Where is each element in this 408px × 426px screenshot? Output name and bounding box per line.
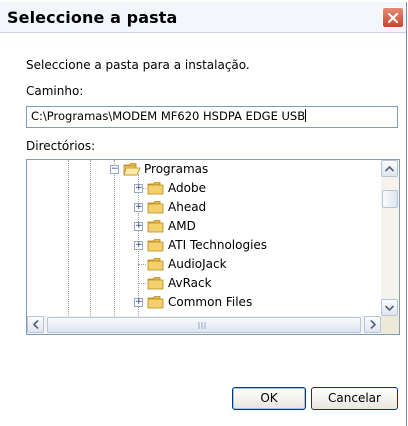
collapse-icon[interactable]: −: [110, 165, 119, 174]
grip-icon: [198, 322, 206, 329]
folder-open-icon: [123, 163, 141, 176]
folder-icon: [147, 220, 164, 233]
tree-node[interactable]: AudioJack: [134, 255, 334, 274]
tree-node-label: AMD: [168, 219, 196, 233]
close-button[interactable]: [382, 7, 404, 28]
expand-icon[interactable]: +: [134, 203, 143, 212]
tree-guide: [138, 264, 146, 265]
tree-node-label: AvRack: [168, 276, 212, 290]
tree-node-label: ATI Technologies: [168, 238, 268, 252]
scroll-corner: [381, 316, 399, 334]
directory-tree[interactable]: − Programas + Adobe + Ahead + AMD + ATI …: [26, 159, 400, 335]
tree-node-root[interactable]: − Programas: [110, 160, 270, 179]
cancel-button[interactable]: Cancelar: [311, 387, 398, 410]
expand-icon[interactable]: +: [134, 184, 143, 193]
expand-icon[interactable]: +: [134, 241, 143, 250]
tree-guide: [138, 283, 146, 284]
tree-node-label: Programas: [144, 162, 209, 176]
tree-node[interactable]: + Adobe: [134, 179, 334, 198]
folder-icon: [147, 182, 164, 195]
scroll-up-button[interactable]: [381, 160, 398, 177]
tree-guide: [114, 160, 115, 316]
tree-view: − Programas + Adobe + Ahead + AMD + ATI …: [27, 160, 381, 316]
close-icon: [387, 12, 399, 23]
arrow-right-icon: [369, 320, 376, 329]
tree-node-label: Common Files: [168, 295, 253, 309]
tree-guide: [68, 160, 69, 316]
folder-icon: [147, 201, 164, 214]
arrow-down-icon: [385, 304, 394, 311]
folder-dialog: Seleccione a pasta Seleccione a pasta pa…: [0, 2, 407, 426]
dialog-body: Seleccione a pasta para a instalação. Ca…: [0, 33, 406, 426]
folder-icon: [147, 296, 164, 309]
horizontal-scroll-thumb[interactable]: [47, 317, 361, 333]
tree-node-label: Adobe: [168, 181, 206, 195]
folder-icon: [147, 239, 164, 252]
tree-node-label: Ahead: [168, 200, 207, 214]
scroll-left-button[interactable]: [27, 316, 44, 333]
expand-icon[interactable]: +: [134, 222, 143, 231]
text-cursor: [305, 109, 307, 122]
path-input[interactable]: C:\Programas\MODEM MF620 HSDPA EDGE USB: [26, 106, 398, 128]
tree-node-label: AudioJack: [168, 257, 227, 271]
tree-node[interactable]: AvRack: [134, 274, 334, 293]
path-label: Caminho:: [26, 84, 84, 98]
arrow-up-icon: [385, 165, 394, 172]
tree-node[interactable]: + Common Files: [134, 293, 334, 312]
tree-node[interactable]: + AMD: [134, 217, 334, 236]
vertical-scroll-thumb[interactable]: [382, 190, 398, 208]
directories-label: Directórios:: [26, 139, 96, 153]
expand-icon[interactable]: +: [134, 298, 143, 307]
vertical-scrollbar[interactable]: [381, 160, 399, 316]
tree-node[interactable]: + Ahead: [134, 198, 334, 217]
tree-node[interactable]: + ATI Technologies: [134, 236, 354, 255]
scroll-right-button[interactable]: [364, 316, 381, 333]
folder-icon: [147, 258, 164, 271]
scroll-down-button[interactable]: [381, 299, 398, 316]
folder-icon: [147, 277, 164, 290]
dialog-title: Seleccione a pasta: [7, 8, 178, 27]
instruction-text: Seleccione a pasta para a instalação.: [26, 58, 250, 72]
arrow-left-icon: [32, 320, 39, 329]
ok-button[interactable]: OK: [232, 387, 306, 410]
tree-guide: [90, 160, 91, 316]
path-value: C:\Programas\MODEM MF620 HSDPA EDGE USB: [31, 109, 306, 123]
title-bar[interactable]: Seleccione a pasta: [0, 2, 406, 33]
